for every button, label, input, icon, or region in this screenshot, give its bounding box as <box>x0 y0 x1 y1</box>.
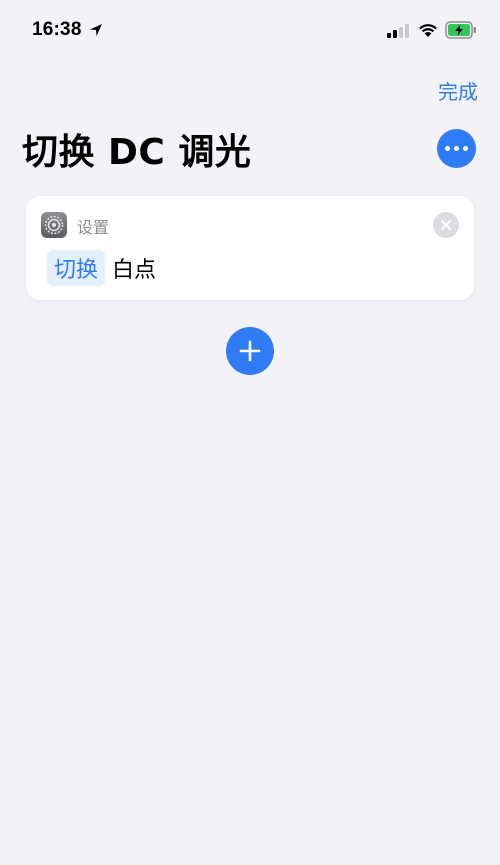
wifi-icon <box>419 24 437 37</box>
done-button[interactable]: 完成 <box>438 76 478 105</box>
plus-icon <box>239 340 261 362</box>
action-app-name: 设置 <box>77 218 110 237</box>
ellipsis-icon <box>445 146 450 151</box>
location-arrow-icon <box>90 24 102 36</box>
toggle-parameter-token[interactable]: 切换 <box>47 250 106 286</box>
cellular-signal-icon <box>387 24 409 38</box>
close-icon <box>440 219 452 231</box>
action-card[interactable]: 设置 切换 白点 <box>26 196 474 300</box>
action-parameter: 白点 <box>112 258 157 283</box>
page-title: 切换 DC 调光 <box>22 132 252 173</box>
status-bar: 16:38 <box>0 0 500 62</box>
settings-gear-icon <box>41 212 67 238</box>
status-time: 16:38 <box>32 19 82 40</box>
more-button[interactable] <box>437 129 476 168</box>
remove-action-button[interactable] <box>433 212 459 238</box>
add-action-button[interactable] <box>226 327 274 375</box>
action-row: 切换 白点 <box>47 250 156 286</box>
battery-charging-icon <box>445 21 476 39</box>
